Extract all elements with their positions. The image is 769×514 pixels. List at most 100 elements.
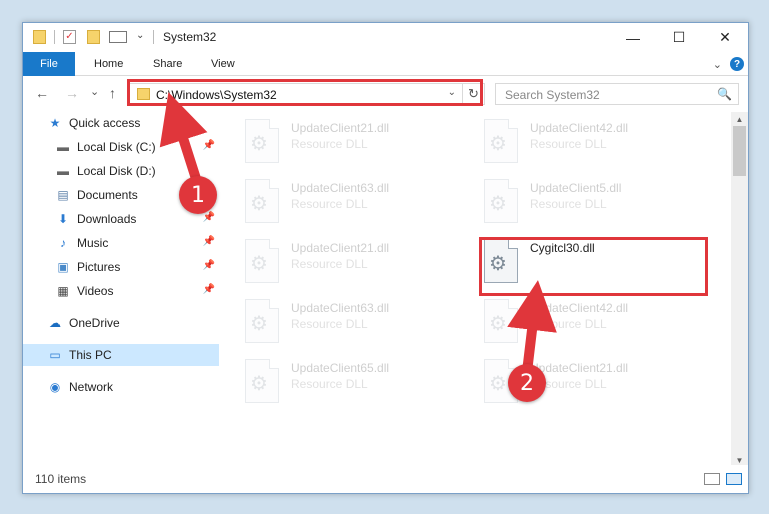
- file-name: UpdateClient21.dll: [291, 241, 390, 255]
- ribbon-controls: ⌄ ?: [713, 55, 744, 73]
- music-icon: ♪: [60, 236, 66, 250]
- status-bar: 110 items: [23, 465, 748, 493]
- sidebar-item-network[interactable]: ◉ Network: [23, 376, 219, 398]
- new-folder-icon[interactable]: [87, 30, 100, 44]
- sidebar-item-this-pc[interactable]: ▭ This PC: [23, 344, 219, 366]
- file-item[interactable]: ⚙ UpdateClient21.dll Resource DLL: [245, 119, 485, 179]
- file-description: Resource DLL: [291, 377, 368, 391]
- videos-icon: ▦: [57, 284, 69, 298]
- file-description: Resource DLL: [291, 317, 368, 331]
- sidebar-item-music[interactable]: ♪ Music 📌: [23, 232, 219, 254]
- sidebar-item-onedrive[interactable]: ☁ OneDrive: [23, 312, 219, 334]
- sidebar-item-label: Pictures: [77, 260, 121, 274]
- ribbon-tabs: File Home Share View ⌄ ?: [23, 52, 748, 76]
- divider: [153, 30, 154, 44]
- sidebar-item-label: Downloads: [77, 212, 137, 226]
- network-icon: ◉: [49, 380, 61, 394]
- drive-icon: ▬: [57, 140, 69, 154]
- star-icon: ★: [49, 116, 61, 130]
- gear-icon: ⚙: [489, 193, 507, 215]
- sidebar-item-label: OneDrive: [69, 316, 120, 330]
- pictures-icon: ▣: [57, 260, 69, 274]
- gear-icon: ⚙: [250, 373, 268, 395]
- details-view-icon[interactable]: [704, 473, 720, 485]
- pin-icon[interactable]: 📌: [203, 260, 215, 271]
- back-button[interactable]: ←: [35, 85, 49, 101]
- file-description: Resource DLL: [530, 317, 607, 331]
- file-description: Resource DLL: [291, 137, 368, 151]
- file-description: Resource DLL: [291, 257, 368, 271]
- dll-file-icon: ⚙: [484, 299, 518, 343]
- file-description: Resource DLL: [530, 137, 607, 151]
- gear-icon: ⚙: [250, 253, 268, 275]
- sidebar-item-label: Network: [69, 380, 114, 394]
- expand-ribbon-icon[interactable]: ⌄: [713, 58, 722, 71]
- sidebar-item-quick-access[interactable]: ★ Quick access: [23, 112, 219, 134]
- tab-view[interactable]: View: [211, 52, 235, 76]
- file-item[interactable]: ⚙ UpdateClient65.dll Resource DLL: [245, 359, 485, 419]
- vertical-scrollbar[interactable]: ▲ ▼: [731, 112, 748, 467]
- chevron-down-icon[interactable]: ⌄: [136, 30, 144, 46]
- large-icons-view-icon[interactable]: [726, 473, 742, 485]
- step-2-badge: 2: [508, 364, 546, 402]
- pin-icon[interactable]: 📌: [203, 140, 215, 151]
- recent-locations-button[interactable]: ⌄: [90, 85, 99, 98]
- file-description: Resource DLL: [291, 197, 368, 211]
- file-item[interactable]: ⚙ UpdateClient21.dll Resource DLL: [245, 239, 485, 299]
- close-button[interactable]: ✕: [702, 23, 748, 52]
- dll-file-icon: ⚙: [245, 299, 279, 343]
- file-item[interactable]: ⚙ UpdateClient5.dll Resource DLL: [484, 179, 724, 239]
- search-input[interactable]: Search System32 🔍: [495, 83, 739, 105]
- gear-icon: ⚙: [489, 133, 507, 155]
- drive-icon: ▬: [57, 164, 69, 178]
- step-1-badge: 1: [179, 176, 217, 214]
- sidebar-item-label: Local Disk (C:): [77, 140, 156, 154]
- file-name: UpdateClient63.dll: [291, 301, 390, 315]
- file-description: Resource DLL: [530, 197, 607, 211]
- up-button[interactable]: ↑: [109, 85, 116, 101]
- dll-file-icon: ⚙: [245, 239, 279, 283]
- gear-icon: ⚙: [489, 373, 507, 395]
- divider: [54, 30, 55, 44]
- customize-toolbar-icon[interactable]: [109, 31, 127, 43]
- search-placeholder: Search System32: [505, 88, 600, 102]
- file-name: UpdateClient65.dll: [291, 361, 390, 375]
- file-name: UpdateClient42.dll: [530, 121, 629, 135]
- search-icon[interactable]: 🔍: [717, 87, 732, 101]
- dll-file-icon: ⚙: [245, 179, 279, 223]
- file-item[interactable]: ⚙ UpdateClient63.dll Resource DLL: [245, 179, 485, 239]
- download-icon: ⬇: [57, 212, 69, 226]
- tab-home[interactable]: Home: [94, 52, 123, 76]
- sidebar-item-label: Quick access: [69, 116, 141, 130]
- maximize-button[interactable]: ☐: [656, 23, 702, 52]
- pin-icon[interactable]: 📌: [203, 284, 215, 295]
- tab-file[interactable]: File: [23, 52, 75, 76]
- sidebar-item-videos[interactable]: ▦ Videos 📌: [23, 280, 219, 302]
- scroll-up-icon[interactable]: ▲: [731, 112, 748, 126]
- dll-file-icon: ⚙: [245, 359, 279, 403]
- file-item[interactable]: ⚙ UpdateClient42.dll Resource DLL: [484, 299, 724, 359]
- file-item[interactable]: ⚙ UpdateClient63.dll Resource DLL: [245, 299, 485, 359]
- minimize-button[interactable]: —: [610, 23, 656, 52]
- file-item[interactable]: ⚙ UpdateClient42.dll Resource DLL: [484, 119, 724, 179]
- file-name: UpdateClient5.dll: [530, 181, 622, 195]
- help-icon[interactable]: ?: [730, 57, 744, 71]
- file-name: UpdateClient42.dll: [530, 301, 629, 315]
- address-bar-highlight: [127, 79, 483, 106]
- sidebar-item-label: Videos: [77, 284, 114, 298]
- tab-share[interactable]: Share: [153, 52, 182, 76]
- navigation-pane: ★ Quick access ▬ Local Disk (C:) 📌 ▬ Loc…: [23, 115, 219, 465]
- gear-icon: ⚙: [250, 133, 268, 155]
- file-name: UpdateClient63.dll: [291, 181, 390, 195]
- sidebar-item-label: Local Disk (D:): [77, 164, 156, 178]
- forward-button[interactable]: →: [65, 85, 79, 101]
- sidebar-item-local-disk-c[interactable]: ▬ Local Disk (C:) 📌: [23, 136, 219, 158]
- pin-icon[interactable]: 📌: [203, 236, 215, 247]
- scrollbar-thumb[interactable]: [733, 126, 746, 176]
- properties-icon[interactable]: ✓: [63, 30, 76, 44]
- pin-icon[interactable]: 📌: [203, 212, 215, 223]
- sidebar-item-pictures[interactable]: ▣ Pictures 📌: [23, 256, 219, 278]
- file-highlight: [479, 237, 708, 296]
- gear-icon: ⚙: [250, 193, 268, 215]
- dll-file-icon: ⚙: [484, 179, 518, 223]
